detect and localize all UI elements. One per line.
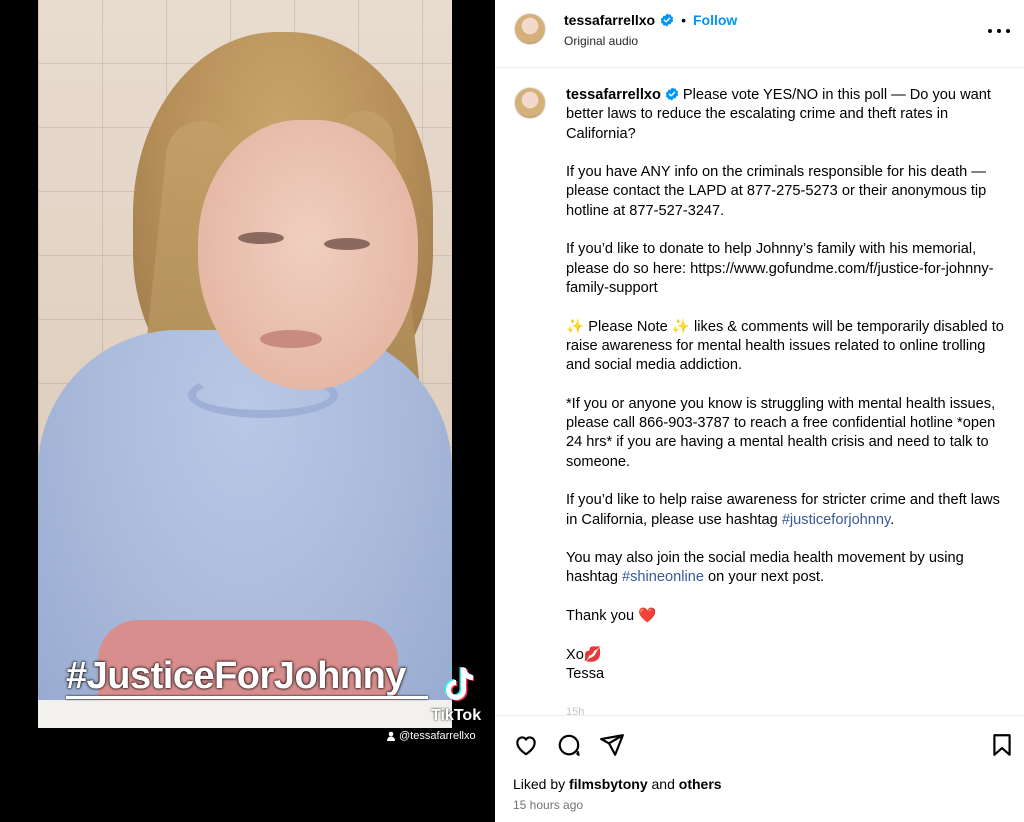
person-eye xyxy=(324,238,370,250)
post-actions-bar: Liked by filmsbytony and others 15 hours… xyxy=(495,715,1024,822)
caption-text: on your next post. xyxy=(708,569,825,586)
caption-paragraph: If you’d like to help raise awareness fo… xyxy=(566,491,1006,530)
post-caption: tessafarrellxo Please vote YES/NO in this… xyxy=(566,86,1006,684)
liked-by-and: and xyxy=(651,776,675,792)
hashtag-link[interactable]: #shineonline xyxy=(622,569,704,585)
person-mouth xyxy=(260,330,322,348)
avatar[interactable] xyxy=(514,87,546,119)
person-icon xyxy=(387,731,395,741)
caption-paragraph: tessafarrellxo Please vote YES/NO in this… xyxy=(566,86,1006,144)
caption-text: . xyxy=(890,511,895,528)
liked-by-user-link[interactable]: filmsbytony xyxy=(569,776,648,792)
separator-dot: • xyxy=(681,12,686,28)
tiktok-logo-icon xyxy=(444,667,474,701)
caption-text: Xo xyxy=(566,646,584,663)
caption-paragraph: ✨ Please Note ✨ likes & comments will be… xyxy=(566,318,1006,376)
liked-by-others-link[interactable]: others xyxy=(679,776,722,792)
caption-scroll-area[interactable]: tessafarrellxo Please vote YES/NO in this… xyxy=(495,69,1024,715)
caption-paragraph: If you have ANY info on the criminals re… xyxy=(566,164,987,219)
paper-plane-icon[interactable] xyxy=(599,732,625,758)
person-face xyxy=(198,120,418,390)
caption-paragraph: *If you or anyone you know is struggling… xyxy=(566,395,996,470)
more-dot xyxy=(988,29,992,33)
caption-paragraph: If you’d like to donate to help Johnny’s… xyxy=(566,241,994,296)
header-user-row: tessafarrellxo • Follow xyxy=(564,12,737,28)
person-eye xyxy=(238,232,284,244)
original-audio-link[interactable]: Original audio xyxy=(564,34,638,48)
tiktok-watermark-label: TikTok xyxy=(431,707,482,724)
tiktok-watermark-handle: @tessafarrellxo xyxy=(386,730,476,742)
sink-edge xyxy=(38,700,452,728)
caption-text: Please Note xyxy=(588,318,668,335)
more-dot xyxy=(1006,29,1010,33)
bookmark-icon[interactable] xyxy=(989,732,1015,758)
hashtag-underline xyxy=(66,696,428,699)
hashtag-overlay-text: #JusticeForJohnny xyxy=(66,655,406,697)
heart-emoji: ❤️ xyxy=(638,608,657,625)
follow-button[interactable]: Follow xyxy=(693,12,737,28)
more-options-icon[interactable] xyxy=(988,20,1010,42)
liked-by-text: Liked by filmsbytony and others xyxy=(513,776,722,792)
caption-timestamp-truncated: 15h xyxy=(566,706,585,715)
heart-outline-icon[interactable] xyxy=(513,732,539,758)
sparkle-emoji: ✨ xyxy=(566,318,585,335)
avatar[interactable] xyxy=(514,13,546,45)
caption-username[interactable]: tessafarrellxo xyxy=(566,87,661,103)
post-side-panel: tessafarrellxo • Follow Original audio t… xyxy=(495,0,1024,822)
caption-paragraph: You may also join the social media healt… xyxy=(566,549,1006,588)
caption-signoff: Xo💋 xyxy=(566,646,1006,665)
lips-emoji: 💋 xyxy=(583,646,603,663)
video-frame[interactable] xyxy=(38,0,452,728)
comment-bubble-icon[interactable] xyxy=(556,732,582,758)
tiktok-handle-text: @tessafarrellxo xyxy=(399,730,476,742)
verified-badge-icon xyxy=(665,87,679,101)
post-timestamp[interactable]: 15 hours ago xyxy=(513,798,583,812)
caption-paragraph: Thank you ❤️ xyxy=(566,607,1006,626)
liked-by-prefix: Liked by xyxy=(513,776,566,792)
post-media[interactable]: #JusticeForJohnny TikTok @tessafarrellxo xyxy=(0,0,495,822)
caption-text: Thank you xyxy=(566,608,635,625)
header-username[interactable]: tessafarrellxo xyxy=(564,12,655,28)
more-dot xyxy=(997,29,1001,33)
caption-name: Tessa xyxy=(566,665,605,682)
post-header: tessafarrellxo • Follow Original audio xyxy=(495,0,1024,68)
sparkle-emoji: ✨ xyxy=(671,318,690,335)
verified-badge-icon xyxy=(660,13,674,27)
hashtag-link[interactable]: #justiceforjohnny xyxy=(782,512,890,528)
